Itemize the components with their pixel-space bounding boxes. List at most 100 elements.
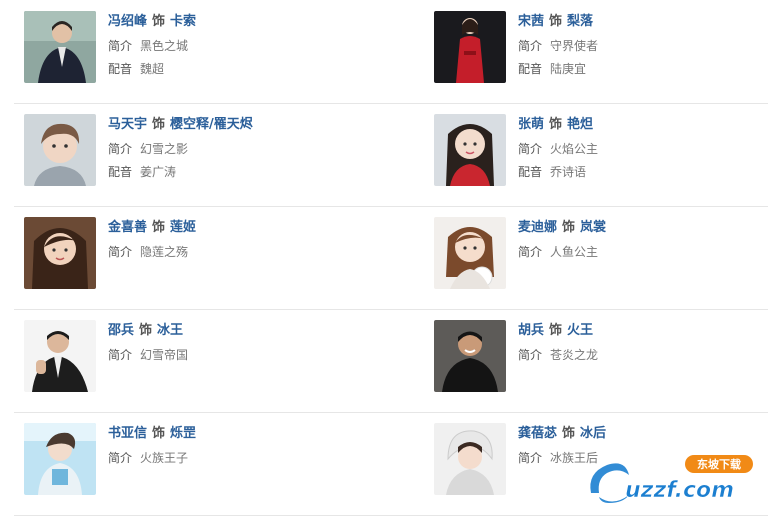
dub-value: 乔诗语 <box>550 165 587 179</box>
actor-name[interactable]: 冯绍峰 <box>108 14 147 29</box>
as-label: 饰 <box>152 220 166 235</box>
watermark-brand: uzzf.com <box>625 478 734 503</box>
dub-label: 配音 <box>518 62 543 76</box>
cast-title: 龚蓓苾饰冰后 <box>518 425 606 443</box>
cast-row-2: 马天宇饰樱空释/罹天烬 简介 幻雪之影 配音 姜广涛 张萌饰艳炟 简介 火焰公主 配音… <box>14 103 768 207</box>
actor-photo[interactable] <box>24 114 96 186</box>
dub-value: 陆庚宜 <box>550 62 587 76</box>
dub-value: 魏超 <box>140 62 165 76</box>
intro-line: 简介 人鱼公主 <box>518 244 606 260</box>
actor-name[interactable]: 宋茜 <box>518 14 544 29</box>
as-label: 饰 <box>562 220 576 235</box>
actor-photo[interactable] <box>434 11 506 83</box>
dub-line: 配音 魏超 <box>108 61 196 77</box>
intro-line: 简介 幻雪帝国 <box>108 347 188 363</box>
intro-label: 简介 <box>108 451 133 465</box>
intro-value: 幻雪之影 <box>140 142 189 156</box>
intro-label: 简介 <box>518 451 543 465</box>
actor-photo[interactable] <box>434 423 506 495</box>
intro-label: 简介 <box>518 39 543 53</box>
cast-card: 书亚信饰烁罡 简介 火族王子 <box>24 423 424 503</box>
cast-card: 胡兵饰火王 简介 苍炎之龙 <box>434 320 768 400</box>
intro-line: 简介 火焰公主 <box>518 141 598 157</box>
as-label: 饰 <box>549 14 563 29</box>
actor-name[interactable]: 邵兵 <box>108 323 134 338</box>
actor-photo[interactable] <box>24 11 96 83</box>
intro-label: 简介 <box>108 142 133 156</box>
dub-label: 配音 <box>518 165 543 179</box>
cast-title: 马天宇饰樱空释/罹天烬 <box>108 116 253 134</box>
dub-label: 配音 <box>108 165 133 179</box>
role-name[interactable]: 火王 <box>567 323 593 338</box>
intro-label: 简介 <box>108 348 133 362</box>
intro-value: 苍炎之龙 <box>550 348 599 362</box>
cast-title: 宋茜饰梨落 <box>518 13 598 31</box>
role-name[interactable]: 岚裳 <box>580 220 606 235</box>
intro-line: 简介 守界使者 <box>518 38 598 54</box>
intro-value: 火焰公主 <box>550 142 599 156</box>
intro-label: 简介 <box>108 39 133 53</box>
role-name[interactable]: 冰后 <box>580 426 606 441</box>
actor-name[interactable]: 张萌 <box>518 117 544 132</box>
cast-card: 邵兵饰冰王 简介 幻雪帝国 <box>24 320 424 400</box>
cast-title: 书亚信饰烁罡 <box>108 425 196 443</box>
as-label: 饰 <box>139 323 153 338</box>
actor-photo[interactable] <box>434 320 506 392</box>
actor-photo[interactable] <box>434 114 506 186</box>
cast-row-4: 邵兵饰冰王 简介 幻雪帝国 胡兵饰火王 简介 苍炎之龙 <box>14 309 768 413</box>
actor-name[interactable]: 麦迪娜 <box>518 220 557 235</box>
cast-title: 邵兵饰冰王 <box>108 322 188 340</box>
as-label: 饰 <box>152 14 166 29</box>
watermark-badge: 东坡下载 <box>697 457 741 471</box>
as-label: 饰 <box>549 117 563 132</box>
dub-value: 姜广涛 <box>140 165 177 179</box>
role-name[interactable]: 樱空释/罹天烬 <box>170 117 253 132</box>
role-name[interactable]: 艳炟 <box>567 117 593 132</box>
cast-title: 冯绍峰饰卡索 <box>108 13 196 31</box>
intro-value: 幻雪帝国 <box>140 348 189 362</box>
intro-line: 简介 火族王子 <box>108 450 196 466</box>
intro-line: 简介 苍炎之龙 <box>518 347 598 363</box>
dub-line: 配音 乔诗语 <box>518 164 598 180</box>
actor-photo[interactable] <box>24 423 96 495</box>
role-name[interactable]: 冰王 <box>157 323 183 338</box>
uzzf-watermark-logo: 东坡下载 uzzf.com <box>585 453 760 509</box>
as-label: 饰 <box>549 323 563 338</box>
actor-name[interactable]: 龚蓓苾 <box>518 426 557 441</box>
actor-photo[interactable] <box>24 217 96 289</box>
role-name[interactable]: 梨落 <box>567 14 593 29</box>
intro-line: 简介 隐莲之殇 <box>108 244 196 260</box>
dub-label: 配音 <box>108 62 133 76</box>
intro-label: 简介 <box>518 142 543 156</box>
as-label: 饰 <box>152 426 166 441</box>
intro-value: 黑色之城 <box>140 39 189 53</box>
intro-label: 简介 <box>518 245 543 259</box>
cast-card: 宋茜饰梨落 简介 守界使者 配音 陆庚宜 <box>434 11 768 91</box>
cast-title: 张萌饰艳炟 <box>518 116 598 134</box>
cast-title: 金喜善饰莲姬 <box>108 219 196 237</box>
actor-name[interactable]: 书亚信 <box>108 426 147 441</box>
cast-card: 马天宇饰樱空释/罹天烬 简介 幻雪之影 配音 姜广涛 <box>24 114 424 194</box>
intro-value: 守界使者 <box>550 39 599 53</box>
actor-name[interactable]: 马天宇 <box>108 117 147 132</box>
cast-card: 金喜善饰莲姬 简介 隐莲之殇 <box>24 217 424 297</box>
actor-photo[interactable] <box>434 217 506 289</box>
cast-card: 冯绍峰饰卡索 简介 黑色之城 配音 魏超 <box>24 11 424 91</box>
role-name[interactable]: 卡索 <box>170 14 196 29</box>
role-name[interactable]: 烁罡 <box>170 426 196 441</box>
cast-title: 麦迪娜饰岚裳 <box>518 219 606 237</box>
intro-line: 简介 黑色之城 <box>108 38 196 54</box>
intro-value: 人鱼公主 <box>550 245 599 259</box>
intro-value: 火族王子 <box>140 451 189 465</box>
dub-line: 配音 陆庚宜 <box>518 61 598 77</box>
actor-name[interactable]: 金喜善 <box>108 220 147 235</box>
role-name[interactable]: 莲姬 <box>170 220 196 235</box>
dub-line: 配音 姜广涛 <box>108 164 253 180</box>
intro-label: 简介 <box>518 348 543 362</box>
actor-photo[interactable] <box>24 320 96 392</box>
as-label: 饰 <box>152 117 166 132</box>
cast-title: 胡兵饰火王 <box>518 322 598 340</box>
actor-name[interactable]: 胡兵 <box>518 323 544 338</box>
cast-card: 麦迪娜饰岚裳 简介 人鱼公主 <box>434 217 768 297</box>
cast-card: 张萌饰艳炟 简介 火焰公主 配音 乔诗语 <box>434 114 768 194</box>
